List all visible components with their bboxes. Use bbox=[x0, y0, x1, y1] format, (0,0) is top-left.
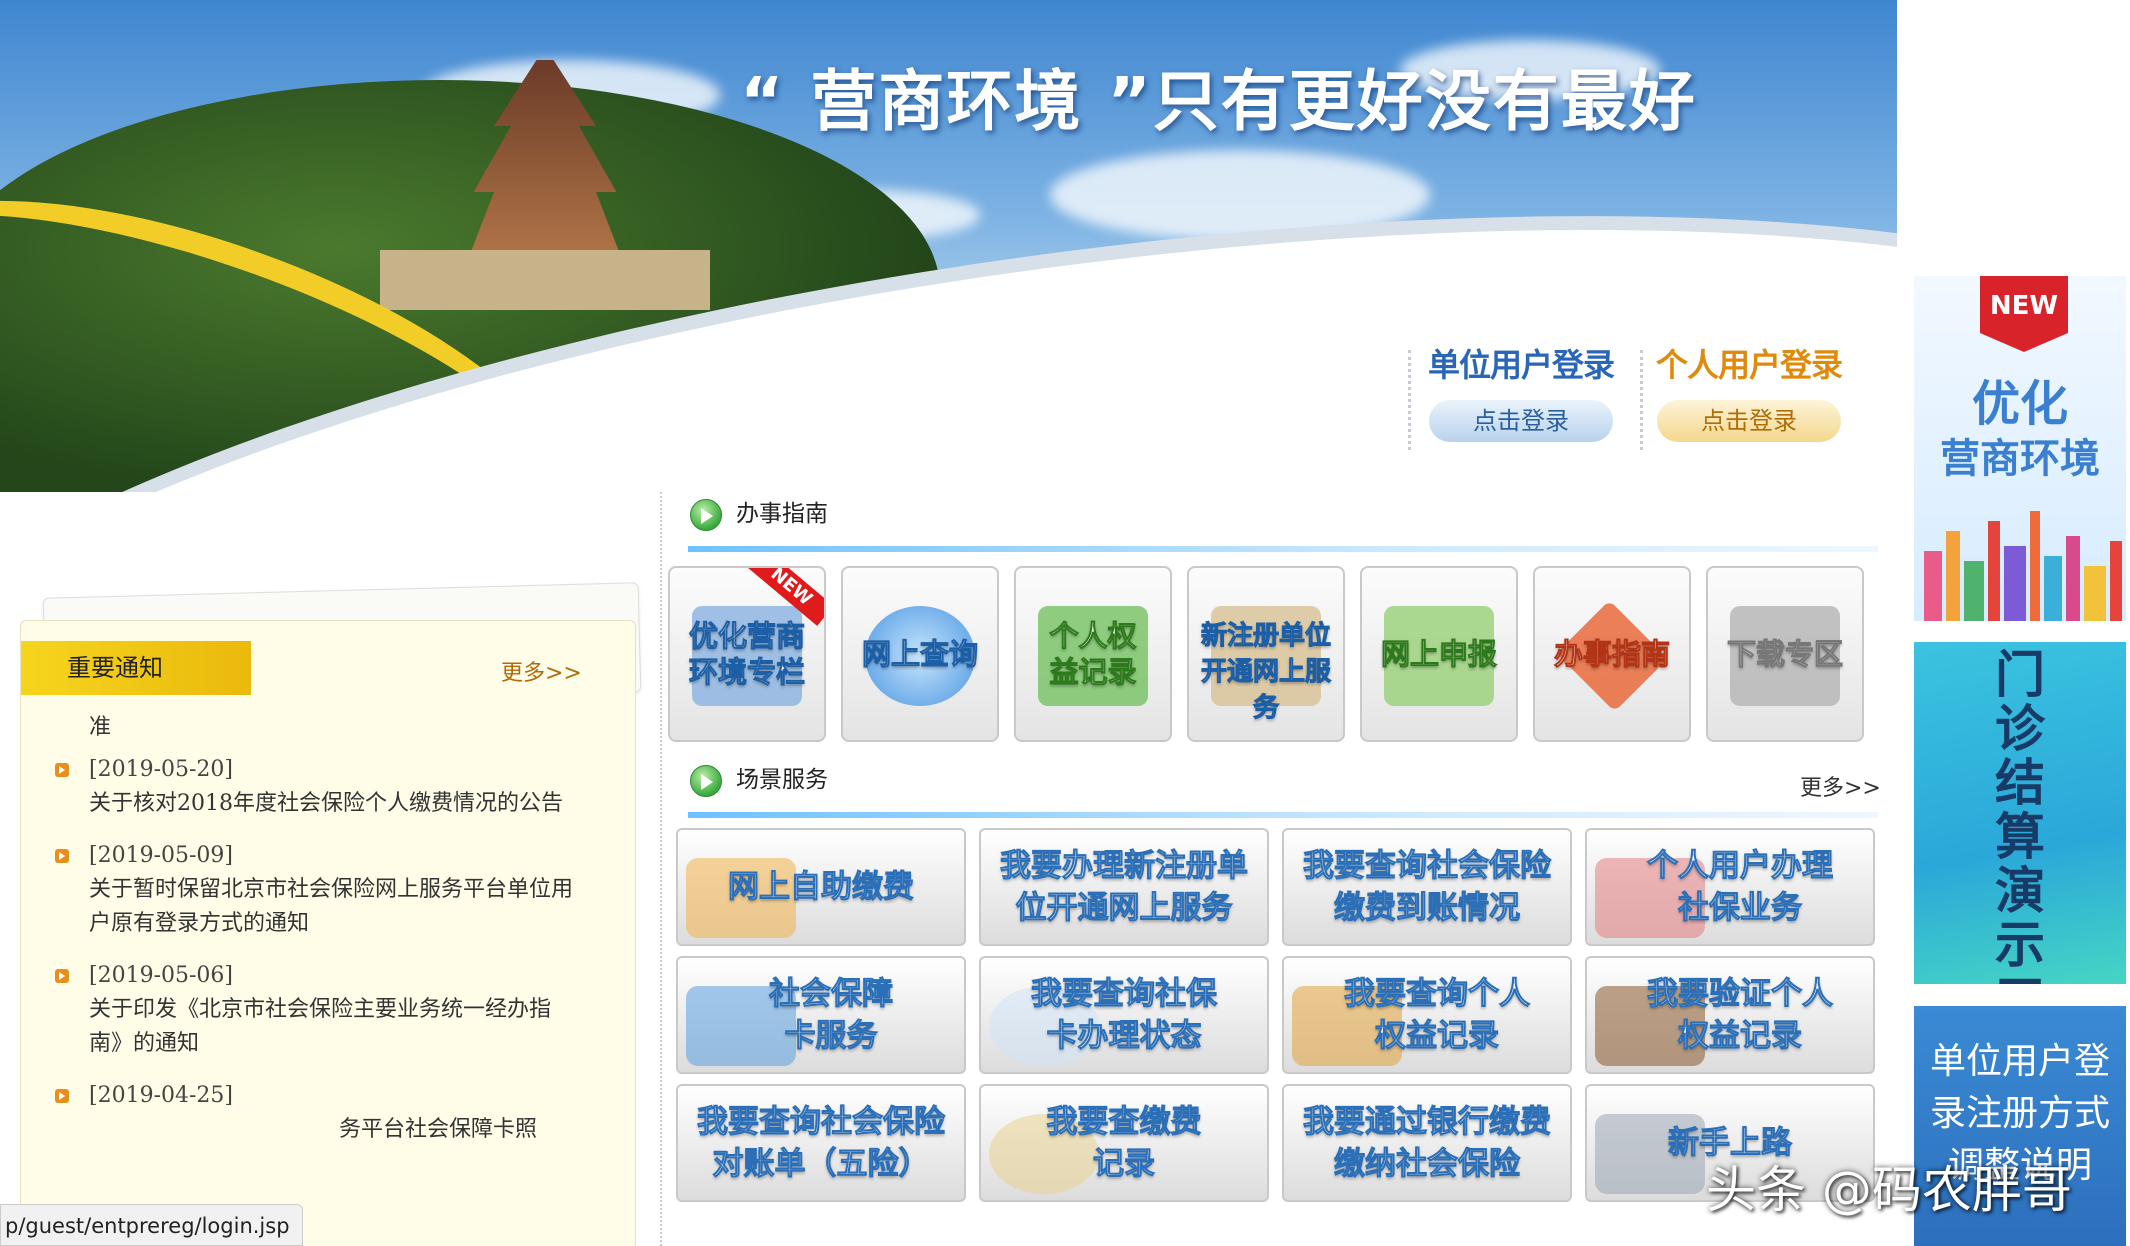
notice-item-partial: 准 bbox=[21, 711, 621, 745]
notice-item: [2019-04-25] 务平台社会保障卡照 bbox=[21, 1079, 621, 1147]
notice-list: 准 [2019-05-20] 关于核对2018年度社会保险个人缴费情况的公告 [… bbox=[21, 711, 621, 1165]
scene-self-pay[interactable]: 网上自助缴费 bbox=[676, 828, 966, 946]
guide-tiles: NEW 优化营商环境专栏 网上查询 个人权益记录 新注册单位开通网上服务 网上申… bbox=[668, 566, 1880, 746]
scene-label: 我要查询个人权益记录 bbox=[1344, 976, 1531, 1055]
bullet-arrow-icon bbox=[55, 1089, 69, 1103]
guide-section-title: 办事指南 bbox=[690, 494, 828, 534]
ad-optimize-business[interactable]: NEW 优化 营商环境 bbox=[1914, 276, 2126, 621]
scene-more-link[interactable]: 更多>> bbox=[1800, 770, 1881, 802]
scene-ss-card[interactable]: 社会保障卡服务 bbox=[676, 956, 966, 1074]
tile-label: 网上申报 bbox=[1380, 637, 1497, 672]
guide-section-rule bbox=[688, 546, 1878, 552]
tile-online-declare[interactable]: 网上申报 bbox=[1360, 566, 1518, 742]
column-divider bbox=[660, 492, 662, 1246]
notice-date: [2019-04-25] bbox=[89, 1083, 234, 1108]
scene-card-status[interactable]: 我要查询社保卡办理状态 bbox=[979, 956, 1269, 1074]
scene-label: 我要查询社会保险对账单（五险） bbox=[697, 1104, 946, 1183]
scene-label: 我要验证个人权益记录 bbox=[1647, 976, 1834, 1055]
banner-slogan: “ 营商环境 ”只有更好没有最好 bbox=[740, 63, 1697, 140]
tile-label: 网上查询 bbox=[861, 637, 978, 672]
scene-verify-rights[interactable]: 我要验证个人权益记录 bbox=[1585, 956, 1875, 1074]
scene-section-title: 场景服务 bbox=[690, 760, 828, 800]
tile-download[interactable]: 下载专区 bbox=[1706, 566, 1864, 742]
scene-label: 个人用户办理社保业务 bbox=[1647, 848, 1834, 927]
login-divider bbox=[1408, 350, 1411, 450]
tile-online-query[interactable]: 网上查询 bbox=[841, 566, 999, 742]
scene-payment-record[interactable]: 我要查缴费记录 bbox=[979, 1084, 1269, 1202]
tile-guide[interactable]: 办事指南 bbox=[1533, 566, 1691, 742]
ad-outpatient-demo[interactable]: 门诊结算演示工具 bbox=[1914, 642, 2126, 984]
scene-bank-pay[interactable]: 我要通过银行缴费缴纳社会保险 bbox=[1282, 1084, 1572, 1202]
person-login-button[interactable]: 点击登录 bbox=[1657, 400, 1841, 442]
scene-statement[interactable]: 我要查询社会保险对账单（五险） bbox=[676, 1084, 966, 1202]
ad-title-line1: 优化 bbox=[1971, 376, 2068, 432]
scene-label: 我要查询社保卡办理状态 bbox=[1031, 976, 1218, 1055]
bullet-arrow-icon bbox=[55, 969, 69, 983]
scene-label: 我要查询社会保险缴费到账情况 bbox=[1303, 848, 1552, 927]
scene-grid: 网上自助缴费 我要办理新注册单位开通网上服务 我要查询社会保险缴费到账情况 个人… bbox=[676, 828, 1876, 1208]
scene-section-rule bbox=[688, 812, 1878, 818]
scene-query-rights[interactable]: 我要查询个人权益记录 bbox=[1282, 956, 1572, 1074]
notice-item: [2019-05-06] 关于印发《北京市社会保险主要业务统一经办指南》的通知 bbox=[21, 959, 621, 1061]
login-divider bbox=[1640, 350, 1643, 450]
scene-label: 网上自助缴费 bbox=[728, 869, 915, 906]
tile-personal-rights[interactable]: 个人权益记录 bbox=[1014, 566, 1172, 742]
scene-label: 我要办理新注册单位开通网上服务 bbox=[1000, 848, 1249, 927]
tile-label: 下载专区 bbox=[1726, 637, 1843, 672]
person-login-title[interactable]: 个人用户登录 bbox=[1644, 340, 1854, 386]
unit-login-title[interactable]: 单位用户登录 bbox=[1416, 340, 1626, 386]
bullet-arrow-icon bbox=[55, 763, 69, 777]
notice-item: [2019-05-09] 关于暂时保留北京市社会保险网上服务平台单位用户原有登录… bbox=[21, 839, 621, 941]
new-ribbon-badge: NEW bbox=[1980, 276, 2068, 352]
notice-title[interactable]: 务平台社会保障卡照 bbox=[89, 1113, 579, 1147]
tile-label: 新注册单位开通网上服务 bbox=[1200, 621, 1331, 724]
arrow-circle-icon bbox=[690, 499, 722, 531]
notice-date: [2019-05-20] bbox=[89, 757, 234, 782]
status-bar-url: p/guest/entprereg/login.jsp bbox=[0, 1204, 303, 1246]
guide-title-text: 办事指南 bbox=[736, 501, 828, 527]
scene-label: 我要查缴费记录 bbox=[1046, 1104, 1202, 1183]
ad-title-line2: 营商环境 bbox=[1940, 436, 2100, 482]
notice-title[interactable]: 准 bbox=[89, 711, 579, 745]
notice-title[interactable]: 关于暂时保留北京市社会保险网上服务平台单位用户原有登录方式的通知 bbox=[89, 873, 579, 941]
city-skyline-icon bbox=[1924, 511, 2122, 621]
scene-new-unit[interactable]: 我要办理新注册单位开通网上服务 bbox=[979, 828, 1269, 946]
header-banner: “ 营商环境 ”只有更好没有最好 单位用户登录 点击登录 个人用户登录 点击登录 bbox=[0, 0, 1897, 492]
notice-header: 重要通知 bbox=[21, 641, 251, 695]
tile-new-unit[interactable]: 新注册单位开通网上服务 bbox=[1187, 566, 1345, 742]
tile-optimize-business[interactable]: NEW 优化营商环境专栏 bbox=[668, 566, 826, 742]
person-login-box: 个人用户登录 点击登录 bbox=[1644, 340, 1854, 442]
scene-title-text: 场景服务 bbox=[736, 767, 828, 793]
notice-date: [2019-05-06] bbox=[89, 963, 234, 988]
tile-label: 个人权益记录 bbox=[1049, 619, 1137, 690]
scene-query-payment[interactable]: 我要查询社会保险缴费到账情况 bbox=[1282, 828, 1572, 946]
tile-label: 办事指南 bbox=[1553, 637, 1670, 672]
notice-title[interactable]: 关于核对2018年度社会保险个人缴费情况的公告 bbox=[89, 787, 579, 821]
notice-date: [2019-05-09] bbox=[89, 843, 234, 868]
unit-login-button[interactable]: 点击登录 bbox=[1429, 400, 1613, 442]
ad-vertical-text: 门诊结算演示工具 bbox=[1995, 645, 2045, 985]
tile-label: 优化营商环境专栏 bbox=[688, 619, 805, 690]
scene-personal-business[interactable]: 个人用户办理社保业务 bbox=[1585, 828, 1875, 946]
arrow-circle-icon bbox=[690, 765, 722, 797]
notice-more-link[interactable]: 更多>> bbox=[501, 655, 582, 687]
pagoda-base bbox=[380, 250, 710, 310]
watermark: 头条 @码农胖哥 bbox=[1706, 1161, 2072, 1219]
notice-panel: 重要通知 更多>> 准 [2019-05-20] 关于核对2018年度社会保险个… bbox=[20, 620, 636, 1246]
notice-title[interactable]: 关于印发《北京市社会保险主要业务统一经办指南》的通知 bbox=[89, 993, 579, 1061]
unit-login-box: 单位用户登录 点击登录 bbox=[1416, 340, 1626, 442]
bullet-arrow-icon bbox=[55, 849, 69, 863]
scene-label: 社会保障卡服务 bbox=[769, 976, 894, 1055]
scene-label: 我要通过银行缴费缴纳社会保险 bbox=[1303, 1104, 1552, 1183]
notice-item: [2019-05-20] 关于核对2018年度社会保险个人缴费情况的公告 bbox=[21, 753, 621, 821]
page: “ 营商环境 ”只有更好没有最好 单位用户登录 点击登录 个人用户登录 点击登录… bbox=[0, 0, 2130, 1246]
